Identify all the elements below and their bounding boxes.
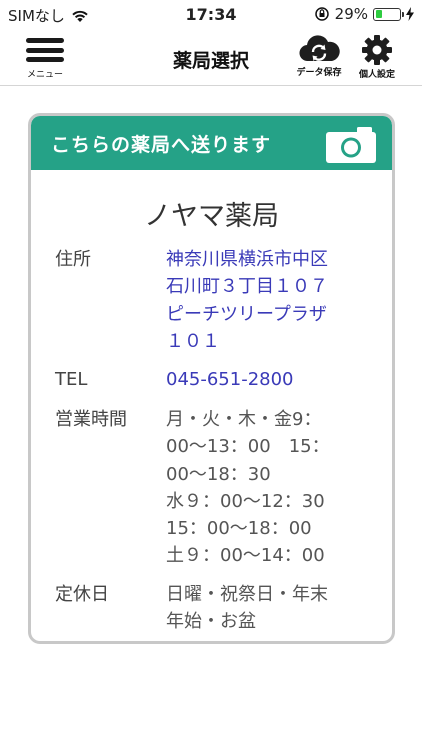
data-save-button[interactable]: データ保存: [293, 34, 345, 78]
address-line: ピーチツリープラザ: [166, 303, 327, 325]
battery-level: [375, 10, 383, 18]
address-link[interactable]: 神奈川県横浜市中区 石川町３丁目１０７ ピーチツリープラザ １０１: [166, 246, 371, 355]
nav-bar: メニュー 薬局選択 データ保存 個人設定: [0, 30, 422, 86]
camera-icon[interactable]: [326, 127, 376, 163]
tel-label: TEL: [55, 369, 88, 390]
hours-value: 月・火・木・金9： 00〜13：00 15： 00〜18：30 水９：00〜12…: [166, 406, 371, 570]
address-line: １０１: [166, 330, 220, 352]
pharmacy-name: ノヤマ薬局: [144, 201, 279, 232]
send-to-pharmacy-button[interactable]: こちらの薬局へ送ります: [31, 116, 392, 170]
holiday-value: 日曜・祝祭日・年末 年始・お盆: [166, 581, 371, 636]
hours-label: 営業時間: [55, 409, 127, 430]
gear-icon: [362, 35, 392, 65]
cloud-sync-icon: [299, 35, 340, 62]
address-label: 住所: [55, 249, 91, 270]
holiday-line: 年始・お盆: [166, 611, 256, 633]
holiday-label: 定休日: [55, 584, 109, 605]
hours-line: 15：00〜18：00: [166, 518, 312, 540]
settings-label: 個人設定: [358, 70, 395, 80]
hours-line: 00〜18：30: [166, 463, 271, 485]
hours-line: 水９：00〜12：30: [166, 490, 325, 512]
hours-line: 土９：00〜14：00: [166, 545, 325, 567]
orientation-lock-icon: [314, 7, 329, 21]
settings-button[interactable]: 個人設定: [350, 34, 404, 80]
status-bar: SIMなし 17:34 29%: [0, 0, 422, 30]
tel-link[interactable]: 045-651-2800: [166, 366, 371, 393]
battery-icon: [373, 7, 404, 21]
data-save-label: データ保存: [296, 68, 342, 78]
status-right: 29%: [314, 5, 414, 23]
battery-percent: 29%: [334, 5, 368, 23]
pharmacy-card: こちらの薬局へ送ります ノヤマ薬局 住所 神奈川県横浜市中区 石川町３丁目１０７…: [28, 113, 395, 644]
address-line: 石川町３丁目１０７: [166, 276, 328, 298]
holiday-line: 日曜・祝祭日・年末: [166, 584, 328, 605]
charging-icon: [406, 7, 414, 21]
hours-line: 00〜13：00 15：: [166, 436, 330, 458]
send-label: こちらの薬局へ送ります: [51, 133, 272, 156]
address-line: 神奈川県横浜市中区: [166, 249, 328, 270]
hours-line: 月・火・木・金9：: [166, 409, 322, 430]
